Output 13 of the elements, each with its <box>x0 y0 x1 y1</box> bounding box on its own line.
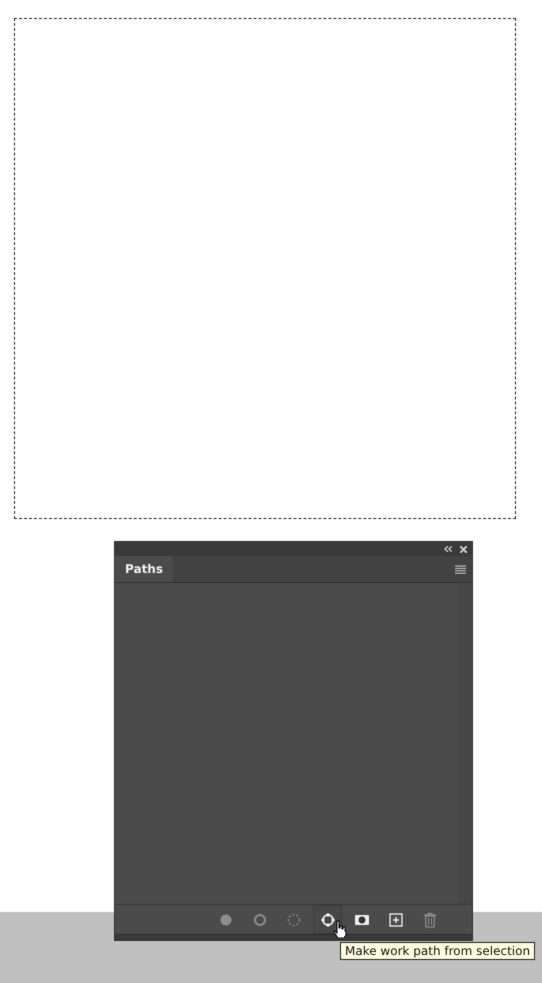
path-icon <box>320 912 336 928</box>
menu-icon[interactable] <box>455 564 466 574</box>
collapse-icon[interactable] <box>444 546 452 552</box>
new-path-icon <box>388 912 404 928</box>
stroke-icon <box>252 912 268 928</box>
fill-icon <box>218 912 234 928</box>
hand-cursor-icon <box>333 920 347 938</box>
scrollbar-track[interactable] <box>458 583 472 904</box>
close-icon[interactable] <box>460 546 467 552</box>
trash-icon <box>422 912 438 928</box>
tooltip: Make work path from selection <box>340 942 536 960</box>
dotted-circle-icon <box>286 912 302 928</box>
paths-tab[interactable]: Paths <box>115 556 173 582</box>
